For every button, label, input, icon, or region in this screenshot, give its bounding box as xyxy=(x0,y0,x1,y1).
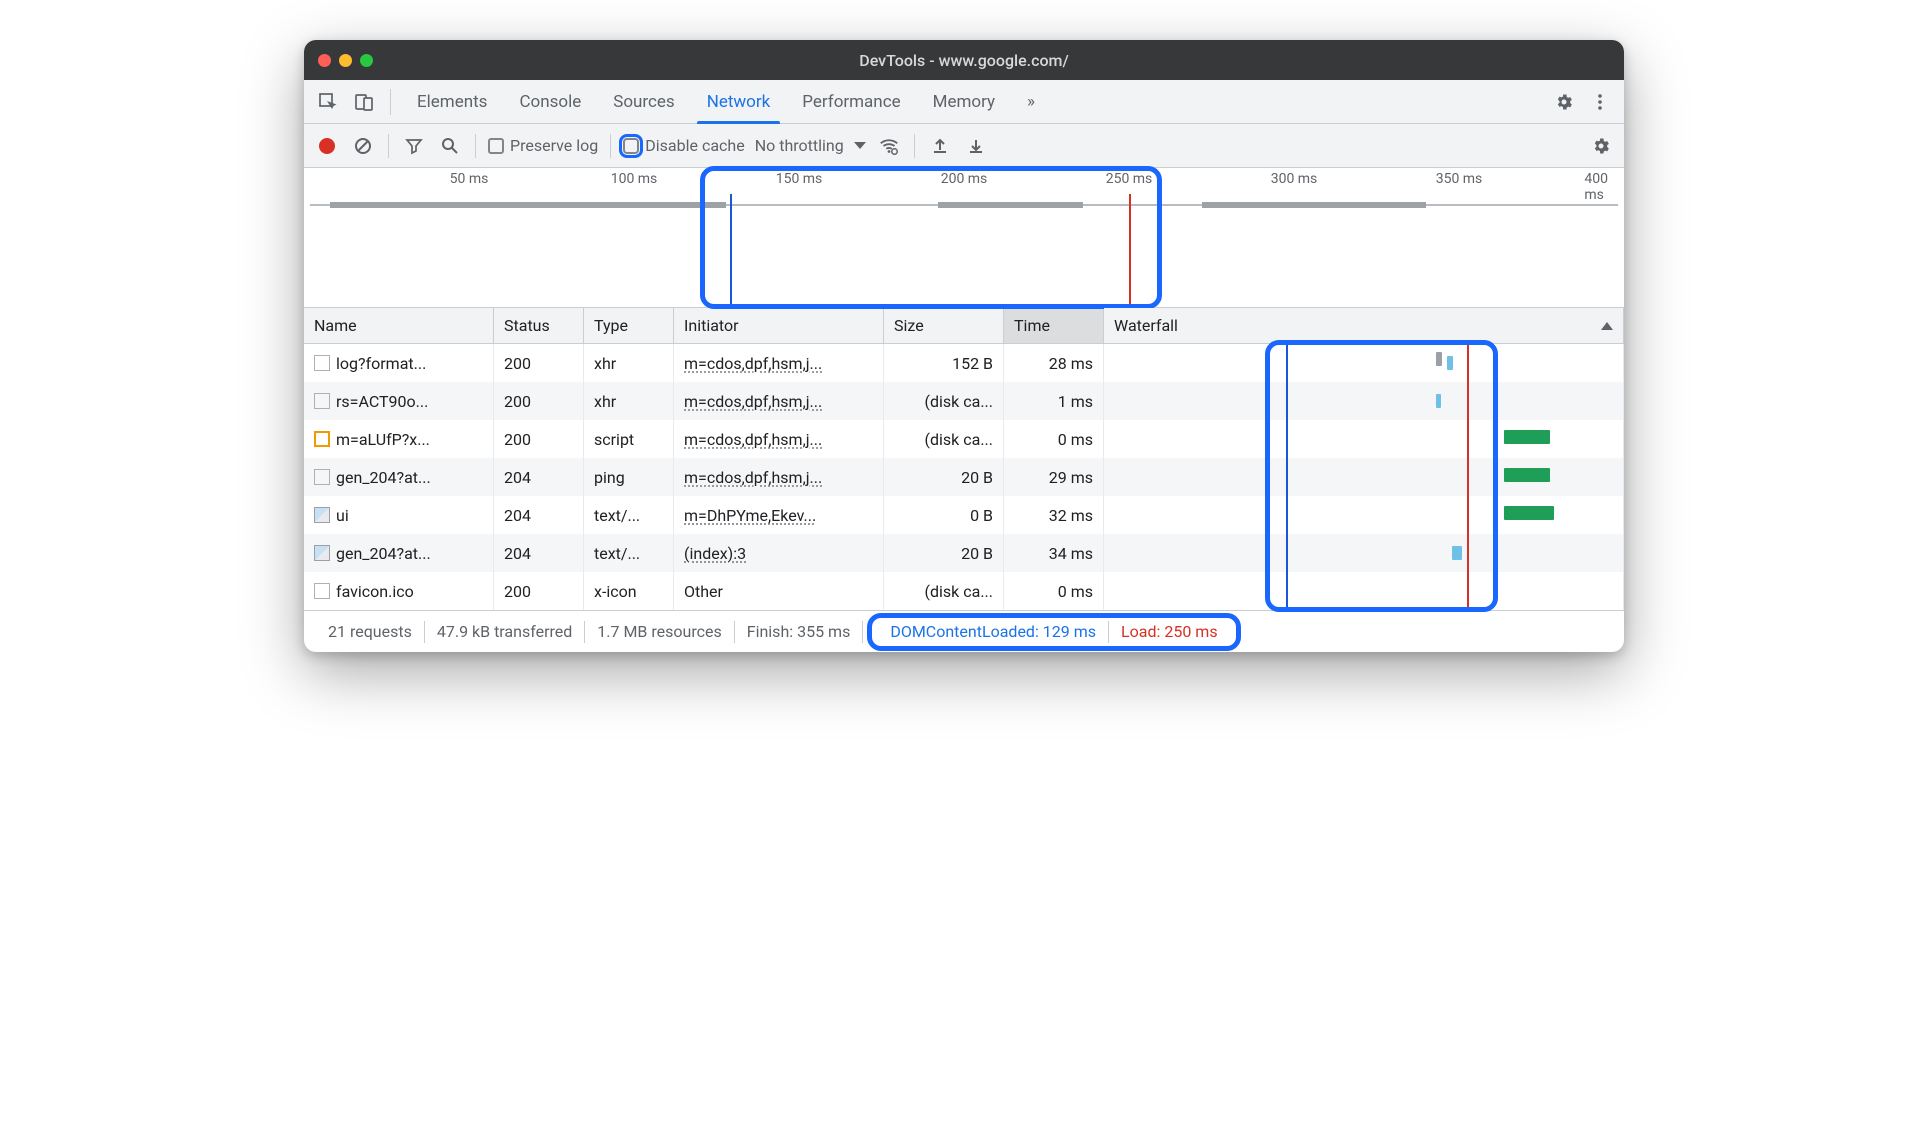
upload-har-icon[interactable] xyxy=(927,133,953,159)
request-table: Name Status Type Initiator Size Time Wat… xyxy=(304,308,1624,610)
network-toolbar: Preserve log Disable cache No throttling xyxy=(304,124,1624,168)
file-icon xyxy=(314,393,330,409)
script-icon xyxy=(314,431,330,447)
timeline-overview[interactable]: 50 ms 100 ms 150 ms 200 ms 250 ms 300 ms… xyxy=(304,168,1624,308)
col-size[interactable]: Size xyxy=(884,308,1004,344)
tab-network[interactable]: Network xyxy=(691,80,787,123)
dcl-marker xyxy=(730,194,732,307)
search-icon[interactable] xyxy=(437,133,463,159)
kebab-icon[interactable] xyxy=(1584,86,1616,118)
panel-tabs: Elements Console Sources Network Perform… xyxy=(401,80,1051,123)
inspect-icon[interactable] xyxy=(312,86,344,118)
divider xyxy=(610,134,611,158)
top-tabbar: Elements Console Sources Network Perform… xyxy=(304,80,1624,124)
tick-label: 50 ms xyxy=(450,171,489,187)
col-time[interactable]: Time xyxy=(1004,308,1104,344)
col-type[interactable]: Type xyxy=(584,308,674,344)
tick-label: 200 ms xyxy=(941,171,988,187)
overview-segment xyxy=(938,202,1083,208)
status-dcl: DOMContentLoaded: 129 ms xyxy=(878,622,1108,641)
device-toggle-icon[interactable] xyxy=(348,86,380,118)
annotation-highlight: DOMContentLoaded: 129 ms Load: 250 ms xyxy=(867,613,1240,651)
preserve-log-label: Preserve log xyxy=(510,136,598,155)
network-conditions-icon[interactable] xyxy=(876,133,902,159)
timeline-ticks: 50 ms 100 ms 150 ms 200 ms 250 ms 300 ms… xyxy=(304,168,1624,194)
overview-segment xyxy=(1202,202,1426,208)
load-marker xyxy=(1129,194,1131,307)
tab-elements[interactable]: Elements xyxy=(401,80,503,123)
gear-icon[interactable] xyxy=(1548,86,1580,118)
tab-console[interactable]: Console xyxy=(503,80,597,123)
status-bar: 21 requests 47.9 kB transferred 1.7 MB r… xyxy=(304,610,1624,652)
col-name[interactable]: Name xyxy=(304,308,494,344)
status-requests: 21 requests xyxy=(316,622,424,641)
chevron-down-icon xyxy=(854,142,866,149)
file-icon xyxy=(314,583,330,599)
disable-cache-label: Disable cache xyxy=(645,136,744,155)
tick-label: 250 ms xyxy=(1106,171,1153,187)
file-icon xyxy=(314,469,330,485)
tab-performance[interactable]: Performance xyxy=(786,80,916,123)
tab-sources[interactable]: Sources xyxy=(597,80,690,123)
col-waterfall[interactable]: Waterfall xyxy=(1104,308,1624,344)
waterfall-cell xyxy=(1104,344,1624,382)
divider xyxy=(475,134,476,158)
disable-cache-checkbox[interactable]: Disable cache xyxy=(623,136,744,155)
image-icon xyxy=(314,507,330,523)
fullscreen-icon[interactable] xyxy=(360,54,373,67)
traffic-lights xyxy=(318,54,373,67)
tab-memory[interactable]: Memory xyxy=(917,80,1011,123)
tick-label: 100 ms xyxy=(611,171,658,187)
status-finish: Finish: 355 ms xyxy=(735,622,863,641)
image-icon xyxy=(314,545,330,561)
throttling-select[interactable]: No throttling xyxy=(755,136,866,155)
download-har-icon[interactable] xyxy=(963,133,989,159)
clear-icon[interactable] xyxy=(350,133,376,159)
filter-icon[interactable] xyxy=(401,133,427,159)
status-load: Load: 250 ms xyxy=(1109,622,1230,641)
preserve-log-checkbox[interactable]: Preserve log xyxy=(488,136,598,155)
divider xyxy=(914,134,915,158)
throttling-label: No throttling xyxy=(755,136,844,155)
devtools-window: DevTools - www.google.com/ Elements Cons… xyxy=(304,40,1624,652)
status-transferred: 47.9 kB transferred xyxy=(425,622,584,641)
titlebar: DevTools - www.google.com/ xyxy=(304,40,1624,80)
overview-segment xyxy=(330,202,726,208)
file-icon xyxy=(314,355,330,371)
close-icon[interactable] xyxy=(318,54,331,67)
more-tabs-icon[interactable]: » xyxy=(1011,80,1051,123)
divider xyxy=(388,134,389,158)
tick-label: 300 ms xyxy=(1271,171,1318,187)
window-title: DevTools - www.google.com/ xyxy=(304,51,1624,70)
col-initiator[interactable]: Initiator xyxy=(674,308,884,344)
minimize-icon[interactable] xyxy=(339,54,352,67)
settings-gear-icon[interactable] xyxy=(1588,133,1614,159)
tick-label: 350 ms xyxy=(1436,171,1483,187)
tick-label: 150 ms xyxy=(776,171,823,187)
divider xyxy=(390,89,391,115)
sort-arrow-icon xyxy=(1601,322,1613,330)
status-resources: 1.7 MB resources xyxy=(585,622,733,641)
record-button[interactable] xyxy=(314,133,340,159)
col-status[interactable]: Status xyxy=(494,308,584,344)
